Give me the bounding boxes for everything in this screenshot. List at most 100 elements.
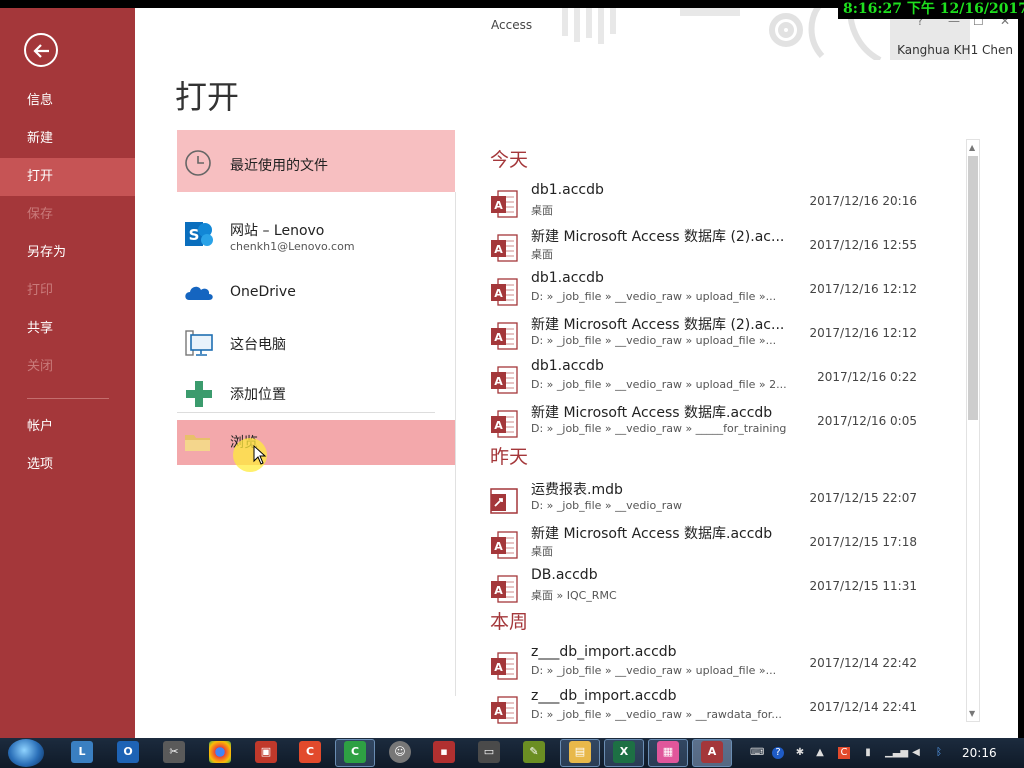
access-file-icon: A: [489, 409, 519, 443]
recent-file-row[interactable]: Az___db_import.accdb D: » _job_file » __v…: [480, 688, 930, 732]
scroll-thumb[interactable]: [968, 156, 978, 420]
tray-signal-icon[interactable]: ▁▃▅: [885, 747, 908, 759]
tray-app-c-icon[interactable]: C: [838, 747, 850, 759]
taskbar-chrome-icon[interactable]: [209, 741, 231, 763]
svg-text:A: A: [494, 705, 503, 718]
place-recent[interactable]: 最近使用的文件: [177, 130, 455, 192]
place-browse[interactable]: 浏览: [177, 420, 455, 465]
svg-text:A: A: [494, 661, 503, 674]
taskbar-explorer-icon[interactable]: ▤: [569, 741, 591, 763]
file-date: 2017/12/16 12:12: [809, 282, 917, 296]
access-file-icon: A: [489, 365, 519, 399]
access-file-icon: A: [489, 233, 519, 267]
svg-text:A: A: [494, 419, 503, 432]
nav-save-as[interactable]: 另存为: [0, 234, 135, 272]
file-path: D: » _job_file » __vedio_raw » _____for_…: [531, 422, 787, 435]
tray-bluetooth-icon[interactable]: ᛒ: [933, 747, 945, 759]
svg-text:A: A: [494, 331, 503, 344]
back-button[interactable]: [24, 33, 58, 67]
place-this-pc-label: 这台电脑: [230, 337, 286, 353]
taskbar-lync-icon[interactable]: L: [71, 741, 93, 763]
start-button[interactable]: [8, 739, 44, 767]
taskbar-excel-icon[interactable]: X: [613, 741, 635, 763]
recent-file-row[interactable]: A DB.accdb 桌面 » IQC_RMC 2017/12/15 11:31: [480, 567, 930, 611]
clock-icon: [185, 150, 211, 176]
file-path: 桌面: [531, 248, 553, 261]
places-divider: [177, 412, 435, 413]
file-name: z___db_import.accdb: [531, 644, 677, 660]
backstage-sidebar: 信息 新建 打开 保存 另存为 打印 共享 关闭 帐户 选项: [0, 8, 135, 738]
nav-share[interactable]: 共享: [0, 310, 135, 348]
nav-account[interactable]: 帐户: [0, 408, 135, 446]
tray-expand-icon[interactable]: ▲: [814, 747, 826, 759]
taskbar-notepad-icon[interactable]: ✎: [523, 741, 545, 763]
tray-keyboard-icon[interactable]: ⌨: [750, 747, 764, 759]
taskbar-tools-icon[interactable]: ✂: [163, 741, 185, 763]
nav-save: 保存: [27, 207, 54, 222]
tray-battery-icon[interactable]: ▮: [862, 747, 874, 759]
file-name: 新建 Microsoft Access 数据库.accdb: [531, 405, 773, 421]
place-sharepoint[interactable]: S 网站 – Lenovo chenkh1@Lenovo.com: [177, 210, 455, 258]
file-date: 2017/12/14 22:41: [809, 700, 917, 714]
taskbar-camtasia-icon[interactable]: C: [344, 741, 366, 763]
file-name: 运费报表.mdb: [531, 482, 623, 498]
tray-gear-icon[interactable]: ✱: [794, 747, 806, 759]
tray-help-icon[interactable]: ?: [772, 747, 784, 759]
recent-file-row[interactable]: Adb1.accdb D: » _job_file » __vedio_raw »…: [480, 358, 930, 402]
taskbar-image-icon[interactable]: ▣: [255, 741, 277, 763]
taskbar-app-c-icon[interactable]: C: [299, 741, 321, 763]
recent-file-row[interactable]: A 新建 Microsoft Access 数据库.accdb D: » _job_…: [480, 402, 930, 446]
taskbar-outlook-icon[interactable]: O: [117, 741, 139, 763]
recent-file-row[interactable]: Adb1.accdb D: » _job_file » __vedio_raw »…: [480, 270, 930, 314]
page-title: 打开: [175, 78, 240, 116]
file-name: db1.accdb: [531, 270, 604, 286]
file-path: D: » _job_file » __vedio_raw » upload_fi…: [531, 664, 777, 677]
nav-options[interactable]: 选项: [0, 446, 135, 484]
recent-file-row[interactable]: 运费报表.mdb D: » _job_file » __vedio_raw 2017…: [480, 479, 930, 523]
recent-file-row[interactable]: Az___db_import.accdb D: » _job_file » __v…: [480, 644, 930, 688]
taskbar-paint-icon[interactable]: ▦: [657, 741, 679, 763]
add-plus-icon: [186, 381, 212, 407]
scroll-down-arrow-icon[interactable]: ▼: [969, 709, 975, 718]
taskbar-access-icon[interactable]: A: [701, 741, 723, 763]
nav-new[interactable]: 新建: [0, 120, 135, 158]
windows-taskbar: L O ✂ ▣ C C ☺ ▪ ▭ ✎ ▤ X ▦ A ⌨ ? ✱ ▲ C ▮ …: [0, 738, 1024, 768]
recent-file-row[interactable]: Adb1.accdb 桌面 2017/12/16 20:16: [480, 182, 930, 226]
file-date: 2017/12/16 12:55: [809, 238, 917, 252]
scroll-up-arrow-icon[interactable]: ▲: [969, 143, 975, 152]
places-separator-line: [455, 192, 456, 696]
file-path: D: » _job_file » __vedio_raw » upload_fi…: [531, 378, 787, 391]
recording-clock-overlay: 8:16:27 下午 12/16/2017 □: [838, 0, 1024, 19]
access-file-icon: A: [489, 277, 519, 311]
taskbar-stamp-icon[interactable]: ▪: [433, 741, 455, 763]
group-this-week: 本周: [490, 611, 529, 633]
recent-file-row[interactable]: A 新建 Microsoft Access 数据库 (2).ac... 桌面 2017…: [480, 226, 930, 270]
tray-volume-icon[interactable]: ◀: [910, 747, 922, 759]
nav-close: 关闭: [27, 359, 54, 374]
taskbar-person-icon[interactable]: ☺: [389, 741, 411, 763]
file-path: 桌面: [531, 204, 553, 217]
access-backstage-window: 信息 新建 打开 保存 另存为 打印 共享 关闭 帐户 选项 Access ? …: [0, 8, 1018, 738]
access-file-icon: A: [489, 321, 519, 355]
recent-file-row[interactable]: A 新建 Microsoft Access 数据库 (2).ac... D: » _…: [480, 314, 930, 358]
file-date: 2017/12/16 0:22: [817, 370, 917, 384]
recent-file-row[interactable]: A 新建 Microsoft Access 数据库.accdb 桌面 2017/12/…: [480, 523, 930, 567]
taskbar-monitor-icon[interactable]: ▭: [478, 741, 500, 763]
access-file-icon: A: [489, 651, 519, 685]
place-onedrive[interactable]: OneDrive: [177, 272, 455, 312]
place-add-location[interactable]: 添加位置: [177, 372, 455, 414]
user-account-name[interactable]: Kanghua KH1 Chen: [897, 43, 1013, 57]
file-name: DB.accdb: [531, 567, 598, 583]
screen: 信息 新建 打开 保存 另存为 打印 共享 关闭 帐户 选项 Access ? …: [0, 0, 1024, 768]
taskbar-clock[interactable]: 20:16: [962, 746, 997, 760]
access-file-icon: A: [489, 695, 519, 729]
nav-open[interactable]: 打开: [0, 158, 135, 196]
file-path: 桌面: [531, 545, 553, 558]
files-scrollbar[interactable]: ▲ ▼: [966, 139, 980, 722]
svg-text:A: A: [494, 287, 503, 300]
group-yesterday: 昨天: [490, 446, 529, 468]
nav-info[interactable]: 信息: [0, 82, 135, 120]
place-this-pc[interactable]: 这台电脑: [177, 322, 455, 364]
place-sharepoint-label: 网站 – Lenovo: [230, 223, 325, 239]
computer-icon: [185, 330, 213, 356]
